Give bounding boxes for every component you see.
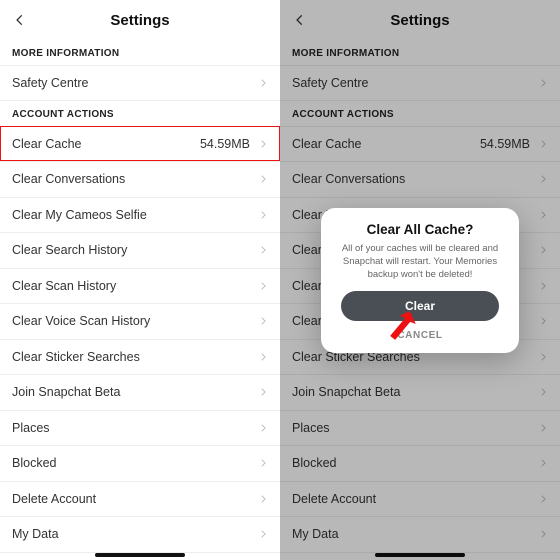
chevron-right-icon [258,494,268,504]
chevron-right-icon [538,352,548,362]
chevron-right-icon [538,387,548,397]
chevron-right-icon [538,281,548,291]
row-my-data[interactable]: My Data [280,516,560,552]
clear-button[interactable]: Clear [341,291,499,321]
chevron-right-icon [538,423,548,433]
chevron-left-icon [13,13,27,27]
row-label: Delete Account [292,492,538,506]
row-clear-cache[interactable]: Clear Cache 54.59MB [280,126,560,162]
chevron-right-icon [538,78,548,88]
row-label: My Data [12,527,258,541]
row-safety-centre[interactable]: Safety Centre [280,65,560,101]
screenshot-right: Settings MORE INFORMATION Safety Centre … [280,0,560,560]
chevron-right-icon [538,210,548,220]
row-join-snapchat-beta[interactable]: Join Snapchat Beta [280,374,560,410]
dialog-title: Clear All Cache? [335,222,505,237]
header-bar: Settings [0,0,280,40]
chevron-right-icon [538,494,548,504]
chevron-right-icon [258,352,268,362]
home-indicator [375,553,465,557]
header-bar: Settings [280,0,560,40]
page-title: Settings [110,12,169,29]
row-label: Clear Cache [292,137,480,151]
row-label: Places [12,421,258,435]
chevron-right-icon [538,174,548,184]
home-indicator [95,553,185,557]
chevron-right-icon [258,387,268,397]
row-clear-voice-scan-history[interactable]: Clear Voice Scan History [0,303,280,339]
chevron-right-icon [258,316,268,326]
row-clear-conversations[interactable]: Clear Conversations [0,161,280,197]
chevron-right-icon [258,529,268,539]
page-title: Settings [390,12,449,29]
chevron-right-icon [258,78,268,88]
dialog-message: All of your caches will be cleared and S… [335,243,505,281]
chevron-right-icon [258,458,268,468]
row-label: Join Snapchat Beta [292,385,538,399]
chevron-right-icon [258,210,268,220]
row-label: Delete Account [12,492,258,506]
row-label: Clear Sticker Searches [12,350,258,364]
row-my-data[interactable]: My Data [0,516,280,552]
row-clear-my-cameos-selfie[interactable]: Clear My Cameos Selfie [0,197,280,233]
back-button[interactable] [8,8,32,32]
chevron-right-icon [538,529,548,539]
row-label: Blocked [292,456,538,470]
row-label: Blocked [12,456,258,470]
back-button[interactable] [288,8,312,32]
row-label: My Data [292,527,538,541]
row-label: Places [292,421,538,435]
row-clear-cache[interactable]: Clear Cache 54.59MB [0,126,280,162]
row-blocked[interactable]: Blocked [0,445,280,481]
row-blocked[interactable]: Blocked [280,445,560,481]
chevron-right-icon [258,281,268,291]
row-clear-conversations[interactable]: Clear Conversations [280,161,560,197]
chevron-right-icon [258,139,268,149]
chevron-right-icon [538,245,548,255]
row-clear-scan-history[interactable]: Clear Scan History [0,268,280,304]
row-label: Safety Centre [292,76,538,90]
row-safety-centre[interactable]: Safety Centre [0,65,280,101]
chevron-left-icon [293,13,307,27]
row-delete-account[interactable]: Delete Account [280,481,560,517]
cancel-button[interactable]: CANCEL [335,327,505,343]
row-places[interactable]: Places [280,410,560,446]
chevron-right-icon [538,316,548,326]
chevron-right-icon [538,458,548,468]
chevron-right-icon [258,245,268,255]
section-more-information: MORE INFORMATION [0,40,280,65]
row-places[interactable]: Places [0,410,280,446]
row-label: Join Snapchat Beta [12,385,258,399]
section-account-actions: ACCOUNT ACTIONS [0,101,280,126]
chevron-right-icon [258,174,268,184]
row-label: Clear Conversations [292,172,538,186]
row-clear-search-history[interactable]: Clear Search History [0,232,280,268]
row-label: Clear Search History [12,243,258,257]
chevron-right-icon [538,139,548,149]
clear-cache-dialog: Clear All Cache? All of your caches will… [321,208,519,353]
screenshot-left: Settings MORE INFORMATION Safety Centre … [0,0,280,560]
row-label: Clear Cache [12,137,200,151]
row-label: Clear Voice Scan History [12,314,258,328]
chevron-right-icon [258,423,268,433]
section-more-information: MORE INFORMATION [280,40,560,65]
row-delete-account[interactable]: Delete Account [0,481,280,517]
row-label: Safety Centre [12,76,258,90]
row-value: 54.59MB [200,137,250,151]
row-clear-sticker-searches[interactable]: Clear Sticker Searches [0,339,280,375]
row-label: Clear Conversations [12,172,258,186]
row-value: 54.59MB [480,137,530,151]
row-join-snapchat-beta[interactable]: Join Snapchat Beta [0,374,280,410]
row-label: Clear Scan History [12,279,258,293]
section-account-actions: ACCOUNT ACTIONS [280,101,560,126]
row-label: Clear My Cameos Selfie [12,208,258,222]
